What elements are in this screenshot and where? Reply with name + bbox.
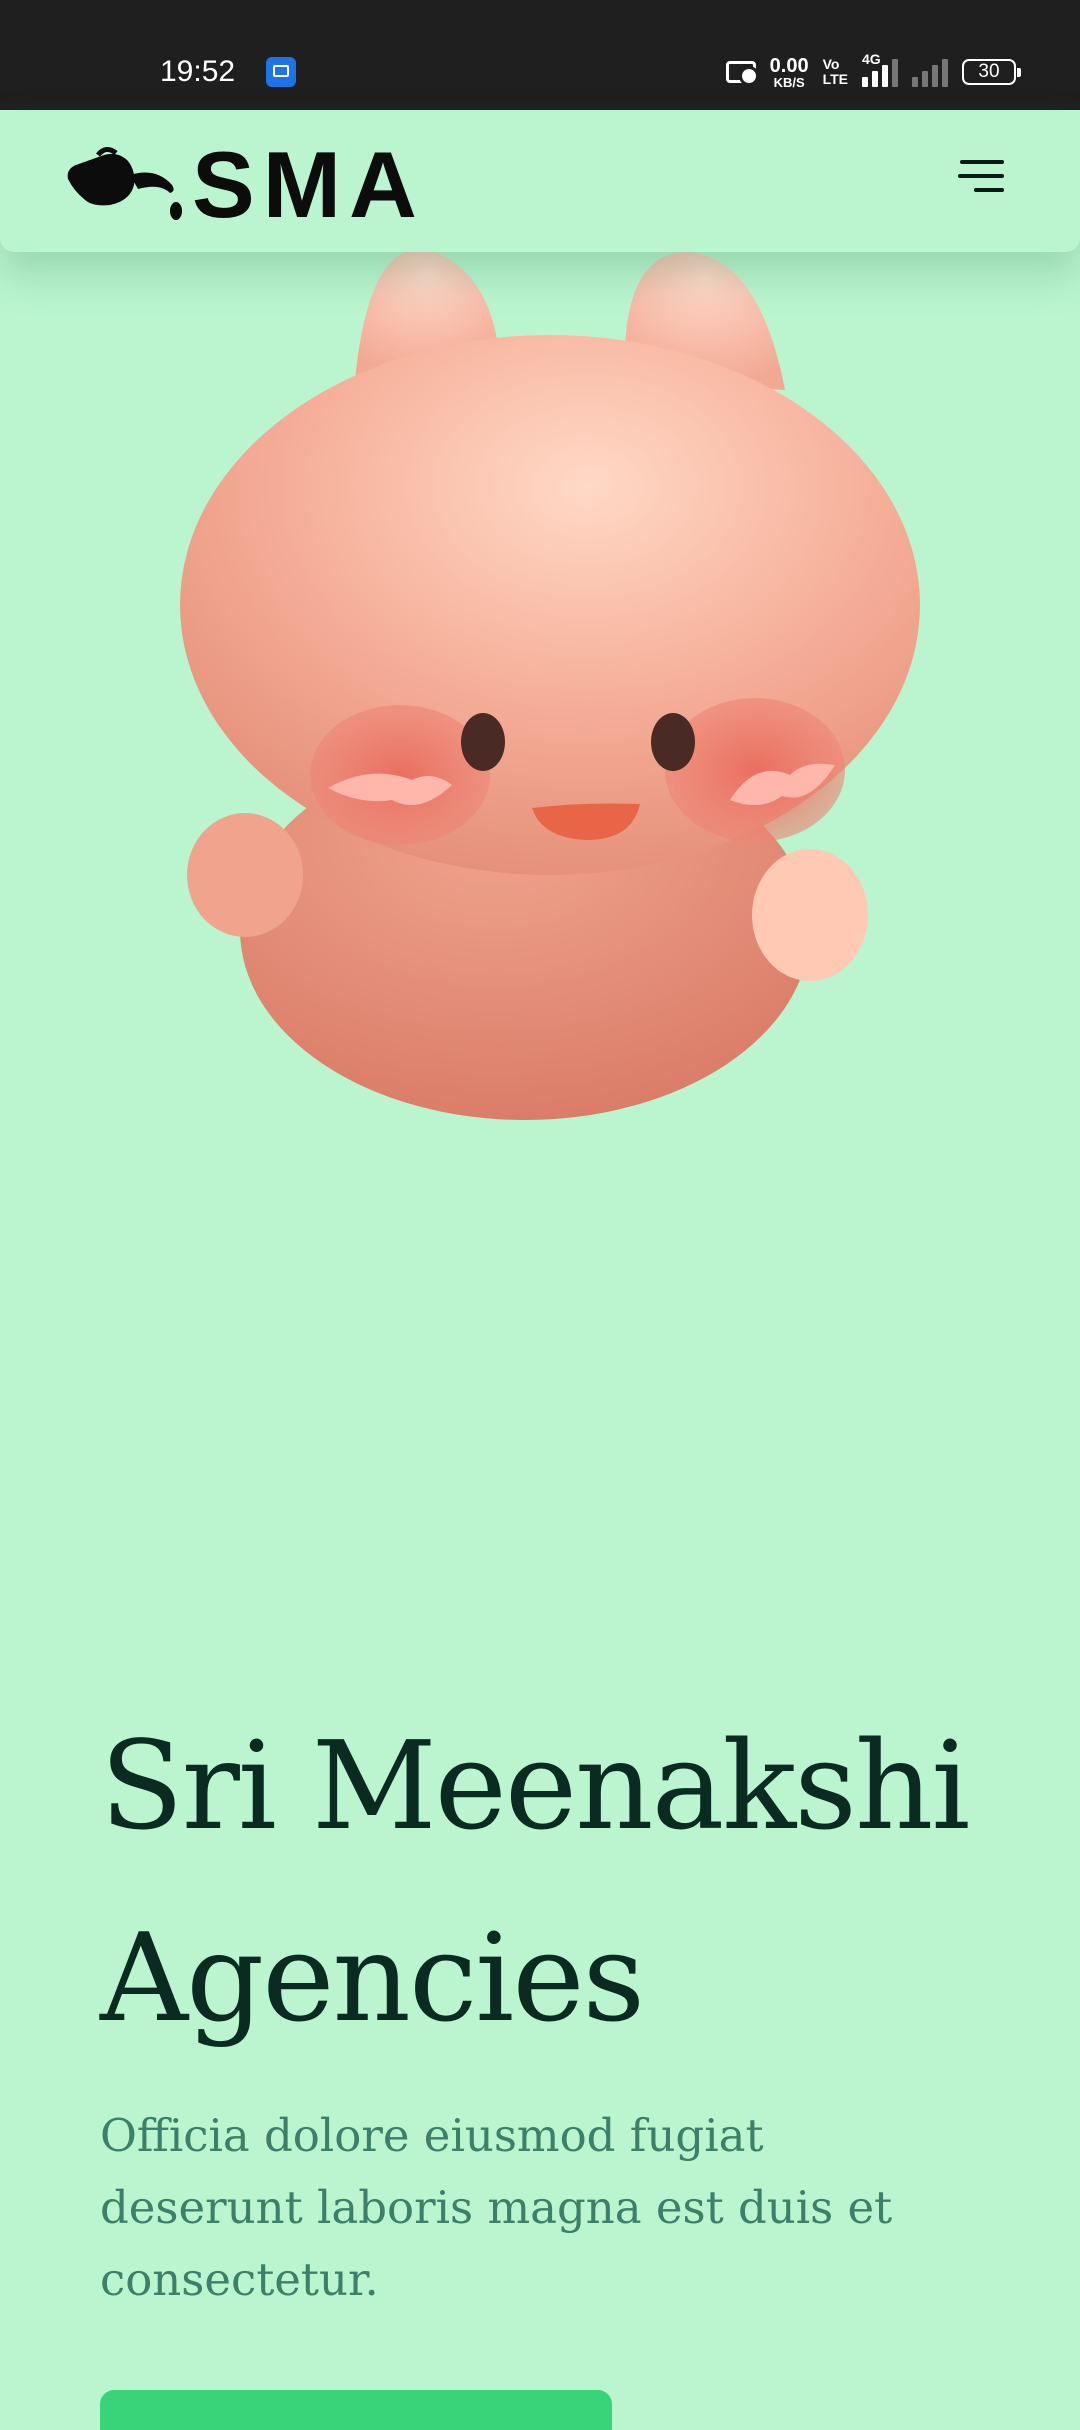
status-time: 19:52 <box>160 55 236 88</box>
status-bar: 19:52 0.00 KB/S Vo LTE 4G 30 <box>0 0 1080 110</box>
network-type: 4G <box>862 51 881 67</box>
network-speed-unit: KB/S <box>773 74 805 90</box>
volte-top: Vo <box>822 56 840 73</box>
cta-button[interactable] <box>100 2390 612 2430</box>
site-header: SMA <box>0 110 1080 252</box>
notification-app-icon <box>266 57 296 87</box>
volte-indicator: Vo LTE <box>823 57 848 86</box>
hamburger-menu-icon[interactable] <box>956 154 1004 198</box>
hero-title: Sri Meenakshi Agencies <box>100 1715 970 2049</box>
volte-bottom: LTE <box>822 71 848 87</box>
cast-icon <box>725 61 759 86</box>
status-indicators: 0.00 KB/S Vo LTE 4G 30 <box>725 51 1021 92</box>
battery-icon: 30 <box>962 59 1021 85</box>
battery-level: 30 <box>978 61 1000 82</box>
hero-subtitle: Officia dolore eiusmod fugiat deserunt l… <box>100 2109 893 2306</box>
signal-strength-sim2-icon <box>912 57 948 87</box>
logo-text: SMA <box>192 132 425 237</box>
network-speed: 0.00 KB/S <box>770 56 809 89</box>
teapot-logo-icon <box>67 147 182 220</box>
site-logo[interactable]: SMA <box>64 132 425 237</box>
pink-cat-mascot-illustration <box>180 249 920 1120</box>
signal-strength-icon: 4G <box>862 51 898 87</box>
network-speed-value: 0.00 <box>769 54 809 77</box>
